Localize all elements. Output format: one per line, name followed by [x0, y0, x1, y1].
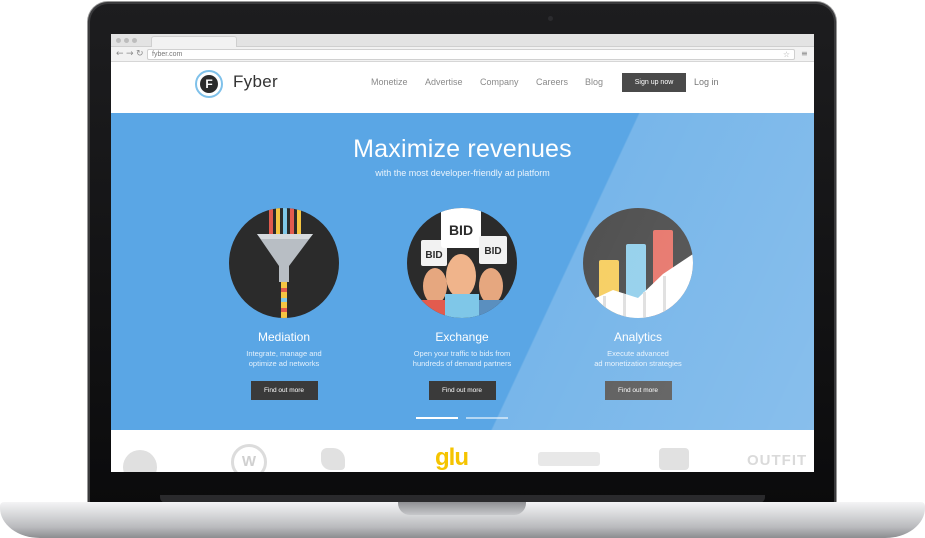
browser-tab[interactable] [151, 36, 237, 47]
address-bar[interactable]: fyber.com ☆ [147, 49, 795, 60]
feature-desc-line: optimize ad networks [248, 359, 320, 368]
feature-mediation: Mediation Integrate, manage and optimize… [199, 208, 369, 400]
partner-logos-strip: W glu OUTFIT [111, 430, 814, 472]
hero-title: Maximize revenues [353, 135, 572, 163]
funnel-icon [229, 208, 339, 318]
bid-paddle-right-text: BID [484, 246, 501, 257]
back-icon[interactable]: ← [116, 47, 124, 61]
forward-icon[interactable]: → [126, 47, 134, 61]
browser-toolbar: ← → ↻ fyber.com ☆ ≡ [111, 47, 814, 62]
reload-icon[interactable]: ↻ [136, 47, 144, 61]
feature-title: Mediation [257, 330, 311, 344]
nav-careers[interactable]: Careers [536, 77, 568, 87]
window-close-icon[interactable] [116, 38, 121, 43]
feature-analytics: Analytics Execute advanced ad monetizati… [553, 208, 723, 400]
brand-name[interactable]: Fyber [233, 72, 278, 92]
bid-paddle-main-text: BID [449, 222, 473, 238]
partner-logo-badge-icon [123, 450, 157, 472]
partner-logo-square-icon [659, 448, 689, 470]
fyber-logo-icon[interactable]: F [195, 70, 223, 98]
bid-paddle-left-text: BID [425, 250, 442, 261]
feature-desc-line: Integrate, manage and [246, 349, 322, 358]
feature-desc-line: Open your traffic to bids from [413, 349, 511, 358]
feature-exchange: BID BID BID Exchange Open your traffic t… [377, 208, 547, 400]
carousel-indicator[interactable] [466, 417, 508, 419]
window-zoom-icon[interactable] [132, 38, 137, 43]
nav-company[interactable]: Company [480, 77, 519, 87]
laptop-screen: ← → ↻ fyber.com ☆ ≡ F Fyber Monetize Adv… [111, 34, 814, 472]
hero-subtitle: with the most developer-friendly ad plat… [375, 168, 550, 178]
nav-monetize[interactable]: Monetize [371, 77, 408, 87]
laptop-notch [398, 502, 526, 515]
partner-logo-mascot-icon [321, 448, 345, 470]
feature-description: Open your traffic to bids from hundreds … [377, 349, 547, 369]
partner-logo-bar-icon [538, 452, 600, 466]
feature-title: Exchange [435, 330, 489, 344]
feature-desc-line: hundreds of demand partners [412, 359, 512, 368]
bid-paddles-icon: BID BID BID [407, 208, 517, 318]
find-out-more-button[interactable]: Find out more [604, 381, 672, 400]
feature-description: Execute advanced ad monetization strateg… [553, 349, 723, 369]
nav-advertise[interactable]: Advertise [425, 77, 463, 87]
login-link[interactable]: Log in [694, 77, 719, 87]
nav-blog[interactable]: Blog [585, 77, 603, 87]
feature-title: Analytics [613, 330, 663, 344]
browser-menu-icon[interactable]: ≡ [801, 47, 808, 61]
site-header: F Fyber Monetize Advertise Company Caree… [111, 62, 814, 113]
feature-desc-line: Execute advanced [607, 349, 669, 358]
find-out-more-button[interactable]: Find out more [428, 381, 496, 400]
carousel-indicator-active[interactable] [416, 417, 458, 419]
browser-tabbar [111, 34, 814, 47]
url-text: fyber.com [152, 51, 183, 58]
bookmark-star-icon[interactable]: ☆ [783, 50, 790, 59]
feature-description: Integrate, manage and optimize ad networ… [199, 349, 369, 369]
partner-logo-outfit: OUTFIT [747, 452, 808, 469]
camera-icon [548, 16, 553, 21]
hero-section: Maximize revenues with the most develope… [111, 113, 814, 430]
feature-desc-line: ad monetization strategies [594, 359, 682, 368]
find-out-more-button[interactable]: Find out more [250, 381, 318, 400]
bar-chart-icon [583, 208, 693, 318]
partner-logo-glu: glu [435, 444, 469, 471]
signup-button[interactable]: Sign up now [622, 73, 686, 92]
window-minimize-icon[interactable] [124, 38, 129, 43]
partner-logo-w-icon: W [231, 444, 267, 472]
